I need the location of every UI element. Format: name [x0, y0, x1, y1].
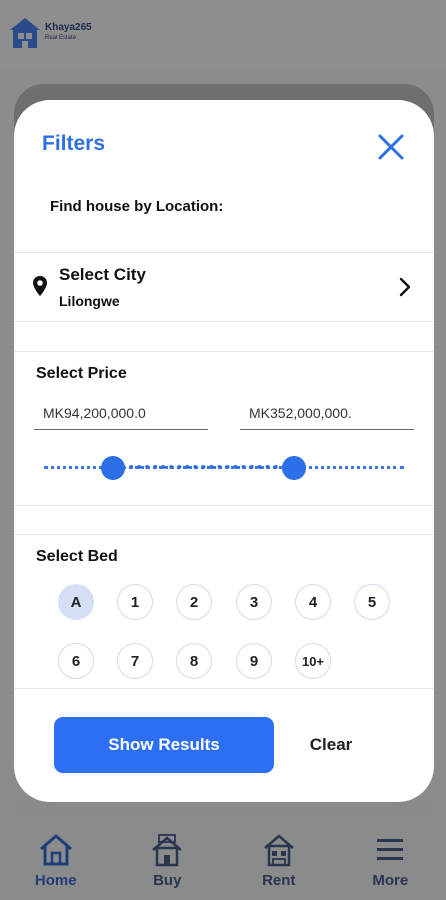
nav-label-home: Home — [34, 872, 77, 889]
location-pin-icon — [33, 276, 47, 296]
max-price-input[interactable] — [240, 396, 414, 430]
app-logo[interactable]: Khaya265 Real Estate — [8, 16, 92, 50]
logo-name: Khaya265 — [45, 22, 92, 33]
bed-option-10-plus[interactable]: 10+ — [295, 643, 331, 679]
select-city-row[interactable]: Select City Lilongwe — [14, 253, 434, 321]
bed-option-1[interactable]: 1 — [117, 584, 153, 620]
nav-item-more[interactable]: More — [350, 832, 430, 889]
bed-option-5[interactable]: 5 — [354, 584, 390, 620]
rent-house-icon — [263, 834, 294, 867]
bed-option-7[interactable]: 7 — [117, 643, 153, 679]
bed-option-any[interactable]: A — [58, 584, 94, 620]
nav-item-buy[interactable]: Buy — [127, 832, 207, 889]
bed-option-6[interactable]: 6 — [58, 643, 94, 679]
bed-option-3[interactable]: 3 — [236, 584, 272, 620]
divider — [14, 505, 434, 506]
slider-max-handle[interactable] — [282, 456, 306, 480]
chevron-right-icon — [399, 277, 411, 297]
nav-label-buy: Buy — [153, 872, 182, 889]
bed-option-8[interactable]: 8 — [176, 643, 212, 679]
price-range-slider[interactable] — [44, 452, 404, 482]
select-city-label: Select City — [59, 265, 146, 284]
home-icon — [39, 834, 72, 866]
modal-title: Filters — [42, 132, 106, 155]
bed-option-9[interactable]: 9 — [236, 643, 272, 679]
divider — [14, 688, 434, 689]
select-bed-heading: Select Bed — [36, 548, 118, 565]
divider — [14, 321, 434, 322]
location-heading: Find house by Location: — [50, 198, 224, 215]
bed-option-4[interactable]: 4 — [295, 584, 331, 620]
show-results-button[interactable]: Show Results — [54, 717, 274, 773]
bottom-navigation: Home Buy Rent More — [0, 818, 446, 900]
nav-item-rent[interactable]: Rent — [239, 832, 319, 889]
min-price-input[interactable] — [34, 396, 208, 430]
nav-item-home[interactable]: Home — [16, 832, 96, 889]
logo-house-icon — [10, 18, 40, 48]
bed-option-2[interactable]: 2 — [176, 584, 212, 620]
clear-button[interactable]: Clear — [296, 730, 366, 760]
slider-min-handle[interactable] — [101, 456, 125, 480]
menu-icon — [377, 839, 404, 860]
divider — [14, 534, 434, 535]
filters-modal: Filters Find house by Location: Select C… — [14, 100, 434, 802]
nav-label-more: More — [372, 872, 409, 889]
top-bar: Khaya265 Real Estate — [0, 0, 446, 70]
logo-tagline: Real Estate — [45, 35, 77, 41]
close-icon[interactable] — [376, 132, 406, 162]
divider — [14, 351, 434, 352]
buy-house-icon — [152, 834, 183, 867]
slider-selected-range — [113, 465, 294, 469]
nav-label-rent: Rent — [262, 872, 296, 889]
select-price-heading: Select Price — [36, 365, 127, 382]
selected-city-value: Lilongwe — [59, 293, 120, 309]
